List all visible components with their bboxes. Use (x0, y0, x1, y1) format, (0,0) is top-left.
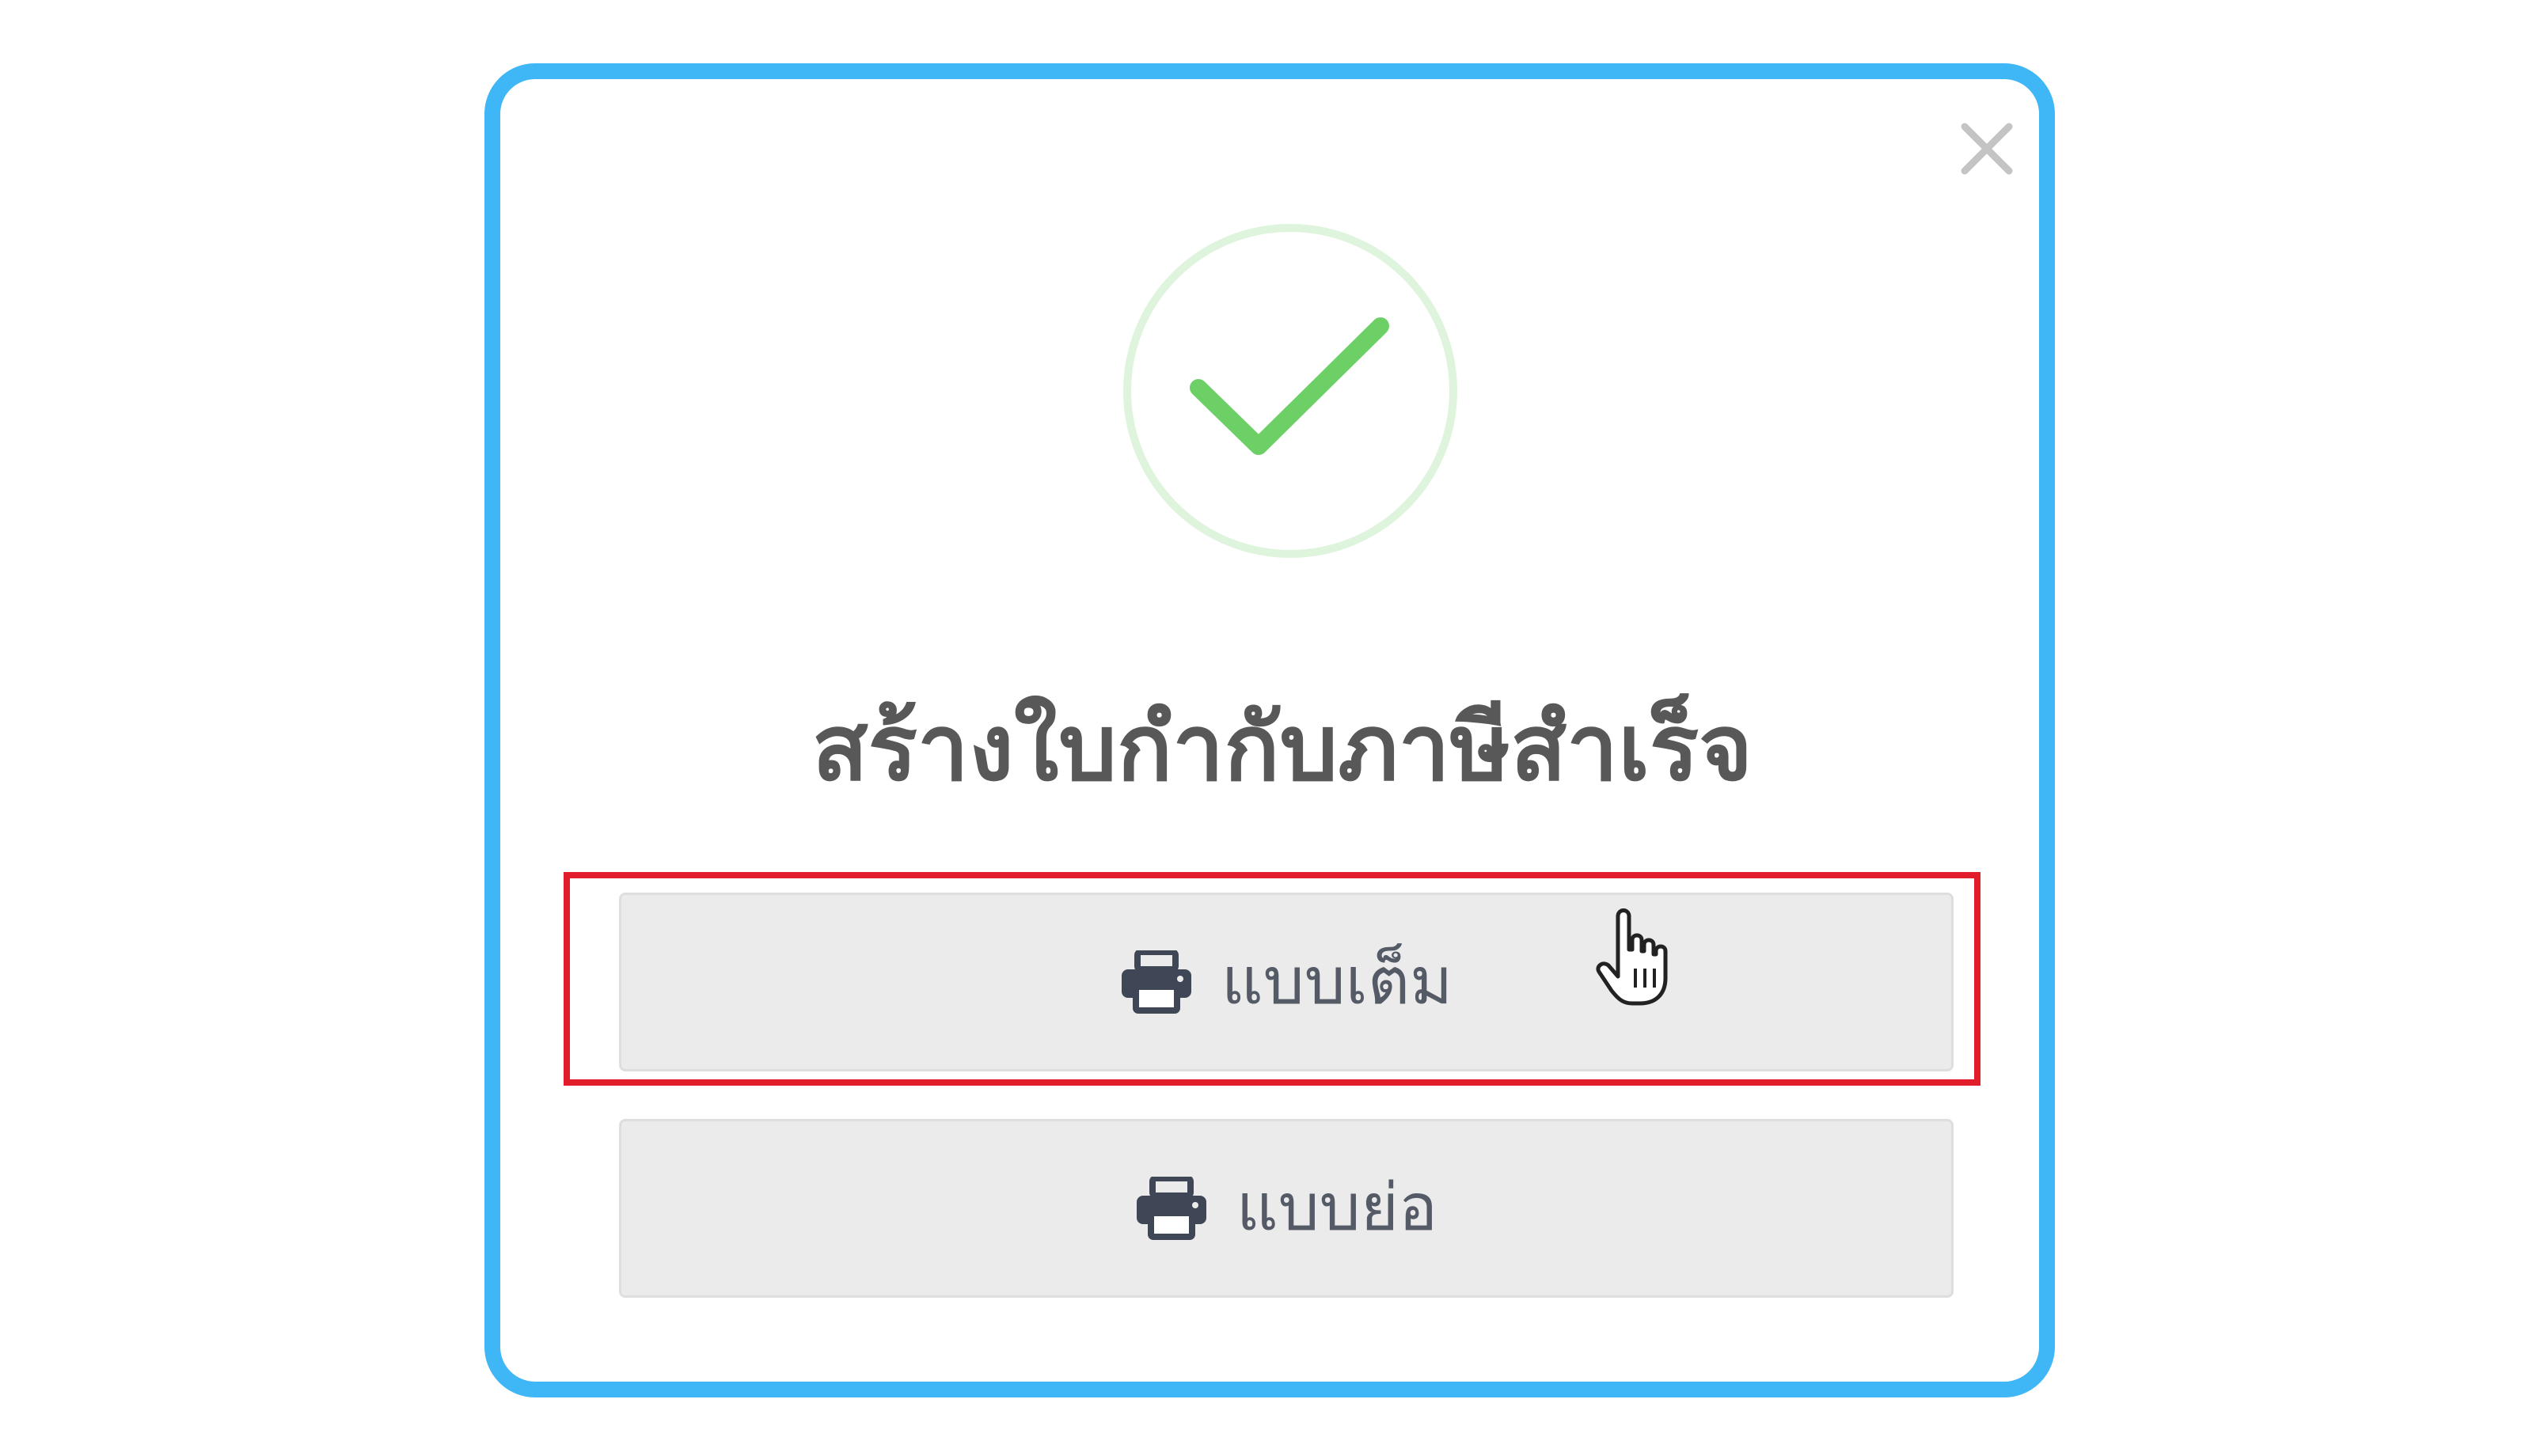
printer-icon (1136, 1177, 1206, 1240)
print-short-button[interactable]: แบบย่อ (619, 1119, 1954, 1298)
print-short-label: แบบย่อ (1236, 1170, 1438, 1246)
close-icon[interactable] (1955, 117, 2018, 180)
printer-icon (1121, 950, 1191, 1014)
check-circle-icon (1123, 224, 1457, 558)
screen: สร้างใบกำกับภาษีสำเร็จ แบบเต็ม แบบย่อ (0, 0, 2533, 1456)
print-full-button[interactable]: แบบเต็ม (619, 893, 1954, 1071)
dialog-title: สร้างใบกำกับภาษีสำเร็จ (811, 695, 1753, 802)
print-full-label: แบบเต็ม (1221, 944, 1453, 1019)
